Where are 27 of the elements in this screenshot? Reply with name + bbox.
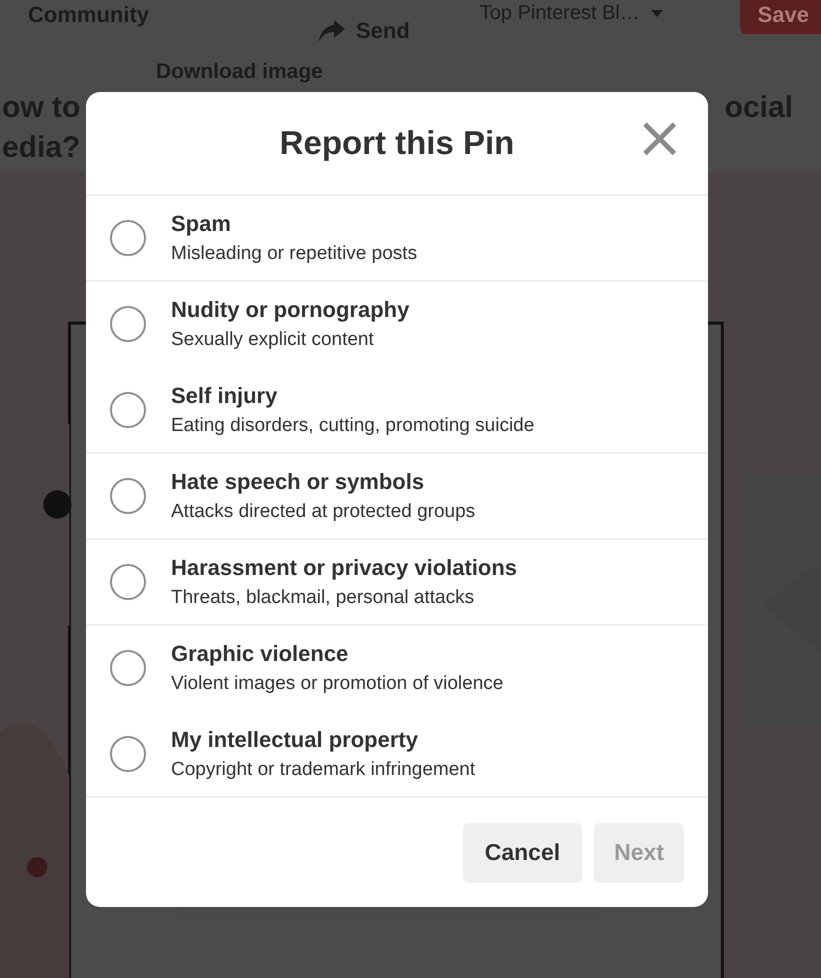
option-title: My intellectual property — [171, 727, 419, 753]
close-button[interactable]: × — [635, 108, 684, 166]
radio-button[interactable] — [110, 306, 146, 342]
save-button[interactable]: Save — [740, 0, 821, 34]
option-description: Violent images or promotion of violence — [171, 673, 504, 695]
option-title: Spam — [171, 211, 232, 237]
option-description: Misleading or repetitive posts — [171, 243, 418, 265]
option-title: Hate speech or symbols — [171, 469, 426, 495]
radio-button[interactable] — [110, 220, 146, 256]
option-title: Nudity or pornography — [171, 297, 410, 323]
radio-button[interactable] — [110, 478, 146, 514]
option-description: Sexually explicit content — [171, 329, 375, 351]
radio-button[interactable] — [110, 650, 146, 686]
caret-icon — [650, 8, 664, 18]
option-title: Graphic violence — [171, 641, 350, 667]
option-description: Copyright or trademark infringement — [171, 759, 476, 781]
option-title: Self injury — [171, 383, 278, 409]
option-description: Eating disorders, cutting, promoting suicide — [171, 415, 534, 437]
dialog-title: Report this Pin — [280, 124, 514, 162]
option-description: Threats, blackmail, personal attacks — [171, 587, 476, 609]
option-title: Harassment or privacy violations — [171, 555, 518, 581]
option-description: Attacks directed at protected groups — [171, 501, 476, 523]
share-arrow-icon — [318, 19, 346, 43]
radio-button[interactable] — [110, 392, 146, 428]
cancel-button[interactable]: Cancel — [462, 822, 582, 882]
radio-button[interactable] — [110, 564, 146, 600]
radio-button[interactable] — [110, 736, 146, 772]
